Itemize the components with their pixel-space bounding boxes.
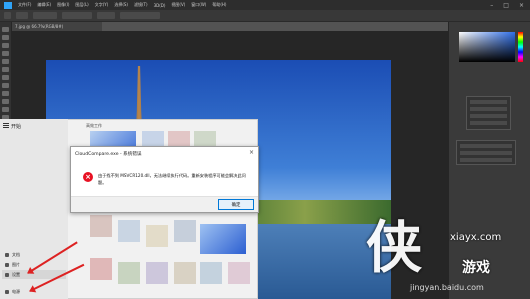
tool-preset-picker[interactable] [16,12,28,19]
photoshop-logo-icon [4,1,12,9]
menu-select[interactable]: 选择(S) [114,2,128,8]
start-item-label: 图片 [12,261,20,267]
app-tile[interactable] [146,262,168,284]
app-tile[interactable] [200,262,222,284]
crop-tool-icon[interactable] [2,59,9,64]
options-bar [0,10,530,22]
stamp-tool-icon[interactable] [2,99,9,104]
watermark-logo: 侠 [366,216,422,281]
error-icon: × [83,172,93,182]
picture-icon [5,262,9,267]
app-tile[interactable] [174,220,196,242]
brush-tool-icon[interactable] [2,91,9,96]
frame-tool-icon[interactable] [2,67,9,72]
hamburger-icon[interactable] [3,123,9,128]
menu-image[interactable]: 图像(I) [57,2,69,8]
watermark-site: xiayx.com [450,232,502,243]
hue-slider[interactable] [518,32,523,62]
app-tile[interactable] [146,225,168,247]
properties-panel [466,96,511,130]
minimize-button[interactable]: – [490,2,493,9]
menu-edit[interactable]: 编辑(E) [37,2,51,8]
option-control[interactable] [120,12,160,19]
close-window-button[interactable]: × [519,2,524,9]
home-icon[interactable] [4,12,11,19]
option-control[interactable] [62,12,92,19]
app-tile[interactable] [174,262,196,284]
marquee-tool-icon[interactable] [2,35,9,40]
dialog-title: CloudCompare.exe - 系统错误 [75,152,142,157]
document-tab[interactable]: 7.jpg @ 66.7%(RGB/8#) [12,22,102,31]
error-dialog: CloudCompare.exe - 系统错误 × × 由于找不到 MSVCR1… [70,146,259,213]
ok-button[interactable]: 确定 [218,199,254,210]
menu-window[interactable]: 窗口(W) [191,2,206,8]
watermark-url: jingyan.baidu.com [410,283,484,292]
app-tile[interactable] [228,262,250,284]
document-icon [5,252,9,257]
menu-layer[interactable]: 图层(L) [75,2,88,8]
dialog-footer: 确定 [71,196,258,212]
app-tile[interactable] [118,220,140,242]
eyedropper-tool-icon[interactable] [2,75,9,80]
gear-icon [5,272,9,277]
menu-view[interactable]: 视图(V) [171,2,185,8]
app-tile[interactable] [90,258,112,280]
lasso-tool-icon[interactable] [2,43,9,48]
history-brush-tool-icon[interactable] [2,107,9,112]
start-item-label: 电源 [12,288,20,294]
quick-select-tool-icon[interactable] [2,51,9,56]
adjustments-panel [456,140,516,165]
start-item-label: 文档 [12,251,20,257]
menu-bar: 文件(F) 编辑(E) 图像(I) 图层(L) 文字(Y) 选择(S) 滤镜(T… [0,0,530,10]
start-item-label: 设置 [12,271,20,277]
app-tile[interactable] [118,262,140,284]
color-picker-field[interactable] [459,32,515,62]
start-menu-title: 开始 [11,124,22,130]
maximize-button[interactable]: □ [503,2,509,9]
menu-3d[interactable]: 3D(D) [154,3,166,8]
dialog-message: 由于找不到 MSVCR120.dll，无法继续执行代码。重新安装程序可能会解决此… [98,173,246,185]
dialog-close-button[interactable]: × [249,149,254,156]
app-tile[interactable] [90,215,112,237]
menu-help[interactable]: 帮助(H) [212,2,226,8]
watermark-name: 游戏 [462,260,490,276]
menu-type[interactable]: 文字(Y) [95,2,109,8]
healing-tool-icon[interactable] [2,83,9,88]
tiles-group-title: 高效工作 [86,123,102,128]
app-tile[interactable] [200,224,246,254]
move-tool-icon[interactable] [2,27,9,32]
menu-file[interactable]: 文件(F) [18,2,31,8]
menu-filter[interactable]: 滤镜(T) [134,2,148,8]
option-control[interactable] [97,12,115,19]
option-control[interactable] [33,12,57,19]
power-icon [5,289,9,294]
